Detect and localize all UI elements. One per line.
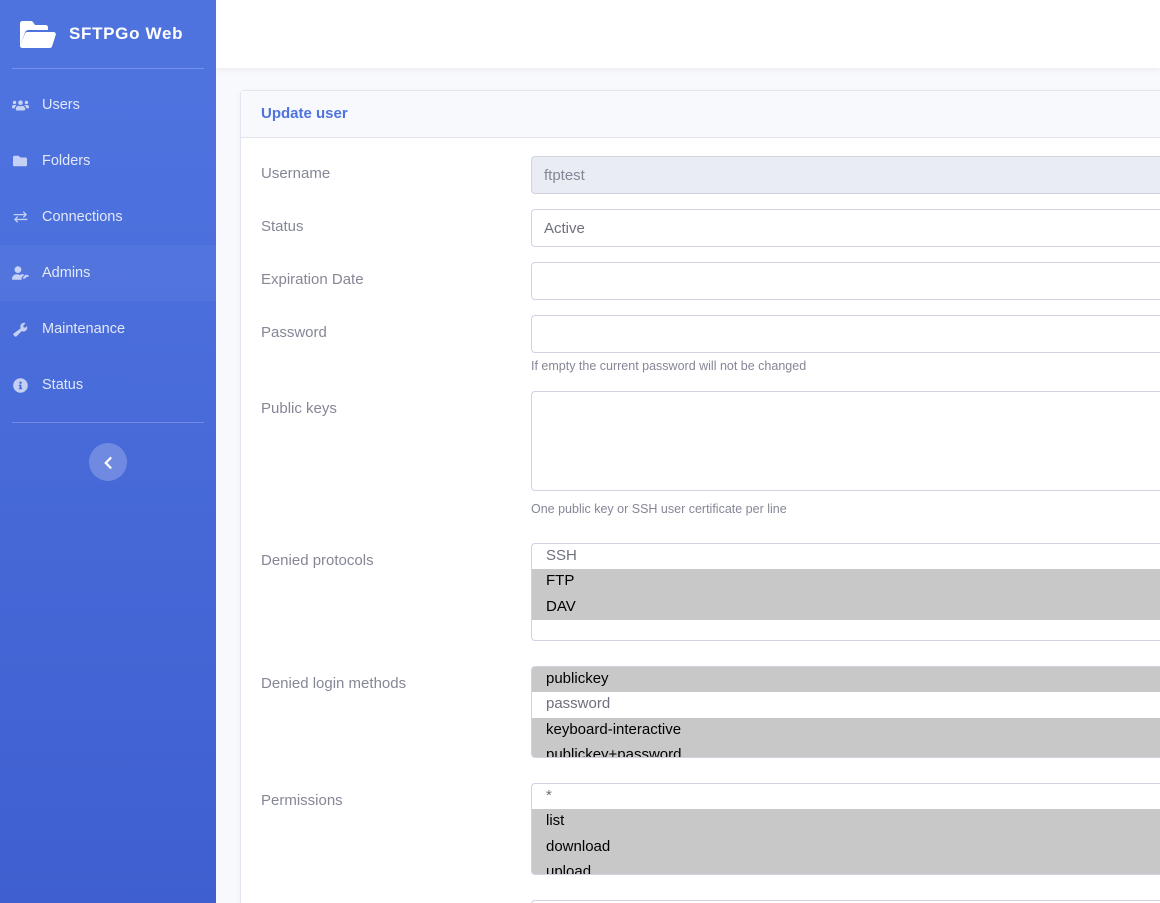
form-row-expiration-date: Expiration Date	[261, 262, 1160, 300]
list-item[interactable]: list	[532, 809, 1160, 834]
sidebar-item-label: Folders	[42, 153, 90, 169]
open-folder-icon	[18, 19, 56, 49]
sidebar-item-folders[interactable]: Folders	[0, 133, 216, 189]
list-item[interactable]: download	[532, 835, 1160, 860]
public-keys-help-text: One public key or SSH user certificate p…	[531, 501, 1160, 519]
password-label: Password	[261, 315, 531, 341]
update-user-card: Update user Username Status	[240, 90, 1160, 903]
sidebar-item-admins[interactable]: Admins	[0, 245, 216, 301]
list-item[interactable]: keyboard-interactive	[532, 718, 1160, 743]
sidebar-toggle-wrap	[0, 443, 216, 481]
list-item[interactable]: FTP	[532, 569, 1160, 594]
expiration-date-field-wrap	[531, 262, 1160, 300]
sidebar-item-label: Status	[42, 377, 83, 393]
sidebar-item-users[interactable]: Users	[0, 77, 216, 133]
form-row-status: Status	[261, 209, 1160, 247]
sidebar-item-connections[interactable]: Connections	[0, 189, 216, 245]
username-field-wrap	[531, 156, 1160, 194]
sidebar-item-label: Maintenance	[42, 321, 125, 337]
denied-protocols-label: Denied protocols	[261, 543, 531, 569]
card-header: Update user	[241, 91, 1160, 138]
denied-protocols-listbox[interactable]: SSH FTP DAV	[531, 543, 1160, 641]
app-root: SFTPGo Web Users Folders Connectio	[0, 0, 1160, 903]
denied-login-methods-listbox[interactable]: publickey password keyboard-interactive …	[531, 666, 1160, 758]
form-row-password: Password If empty the current password w…	[261, 315, 1160, 376]
sidebar-item-label: Admins	[42, 265, 90, 281]
chevron-left-icon	[104, 455, 112, 469]
sidebar-toggle-button[interactable]	[89, 443, 127, 481]
sidebar-item-label: Users	[42, 97, 80, 113]
wrench-icon	[10, 319, 30, 339]
info-circle-icon	[10, 375, 30, 395]
public-keys-textarea[interactable]	[531, 391, 1160, 491]
form-row-username: Username	[261, 156, 1160, 194]
page-title: Update user	[261, 105, 348, 122]
denied-login-methods-label: Denied login methods	[261, 666, 531, 692]
folder-icon	[10, 151, 30, 171]
spacer	[261, 890, 1160, 900]
spacer	[261, 773, 1160, 783]
form-row-permissions: Permissions * list download upload	[261, 783, 1160, 875]
card-body: Username Status Expiration	[241, 138, 1160, 903]
sidebar-nav: Users Folders Connections Admins	[0, 69, 216, 413]
list-item[interactable]: publickey	[532, 667, 1160, 692]
topbar	[216, 0, 1160, 68]
denied-login-methods-field-wrap: publickey password keyboard-interactive …	[531, 666, 1160, 758]
public-keys-label: Public keys	[261, 391, 531, 417]
permissions-field-wrap: * list download upload	[531, 783, 1160, 875]
form-row-denied-login-methods: Denied login methods publickey password …	[261, 666, 1160, 758]
permissions-listbox[interactable]: * list download upload	[531, 783, 1160, 875]
list-item[interactable]: *	[532, 784, 1160, 809]
expiration-date-label: Expiration Date	[261, 262, 531, 288]
spacer	[261, 533, 1160, 543]
status-select[interactable]	[531, 209, 1160, 247]
content-area: Update user Username Status	[216, 68, 1160, 903]
exchange-icon	[10, 207, 30, 227]
list-item[interactable]: publickey+password	[532, 743, 1160, 758]
username-label: Username	[261, 156, 531, 182]
username-input	[531, 156, 1160, 194]
brand-text: SFTPGo Web	[69, 24, 183, 44]
brand-logo-link[interactable]: SFTPGo Web	[0, 0, 216, 68]
users-icon	[10, 95, 30, 115]
password-field-wrap: If empty the current password will not b…	[531, 315, 1160, 376]
password-help-text: If empty the current password will not b…	[531, 358, 1160, 376]
public-keys-field-wrap: One public key or SSH user certificate p…	[531, 391, 1160, 519]
list-item[interactable]: password	[532, 692, 1160, 717]
denied-protocols-field-wrap: SSH FTP DAV	[531, 543, 1160, 641]
sidebar-item-maintenance[interactable]: Maintenance	[0, 301, 216, 357]
spacer	[261, 656, 1160, 666]
sidebar-item-label: Connections	[42, 209, 123, 225]
form-row-denied-protocols: Denied protocols SSH FTP DAV	[261, 543, 1160, 641]
list-item[interactable]: SSH	[532, 544, 1160, 569]
expiration-date-input[interactable]	[531, 262, 1160, 300]
form-row-public-keys: Public keys One public key or SSH user c…	[261, 391, 1160, 519]
sidebar-divider-bottom	[12, 422, 204, 423]
main-area: Update user Username Status	[216, 0, 1160, 903]
sidebar: SFTPGo Web Users Folders Connectio	[0, 0, 216, 903]
user-gear-icon	[10, 263, 30, 283]
list-item[interactable]: upload	[532, 860, 1160, 875]
permissions-label: Permissions	[261, 783, 531, 809]
password-input[interactable]	[531, 315, 1160, 353]
sidebar-item-status[interactable]: Status	[0, 357, 216, 413]
list-item[interactable]: DAV	[532, 595, 1160, 620]
status-field-wrap	[531, 209, 1160, 247]
status-label: Status	[261, 209, 531, 235]
